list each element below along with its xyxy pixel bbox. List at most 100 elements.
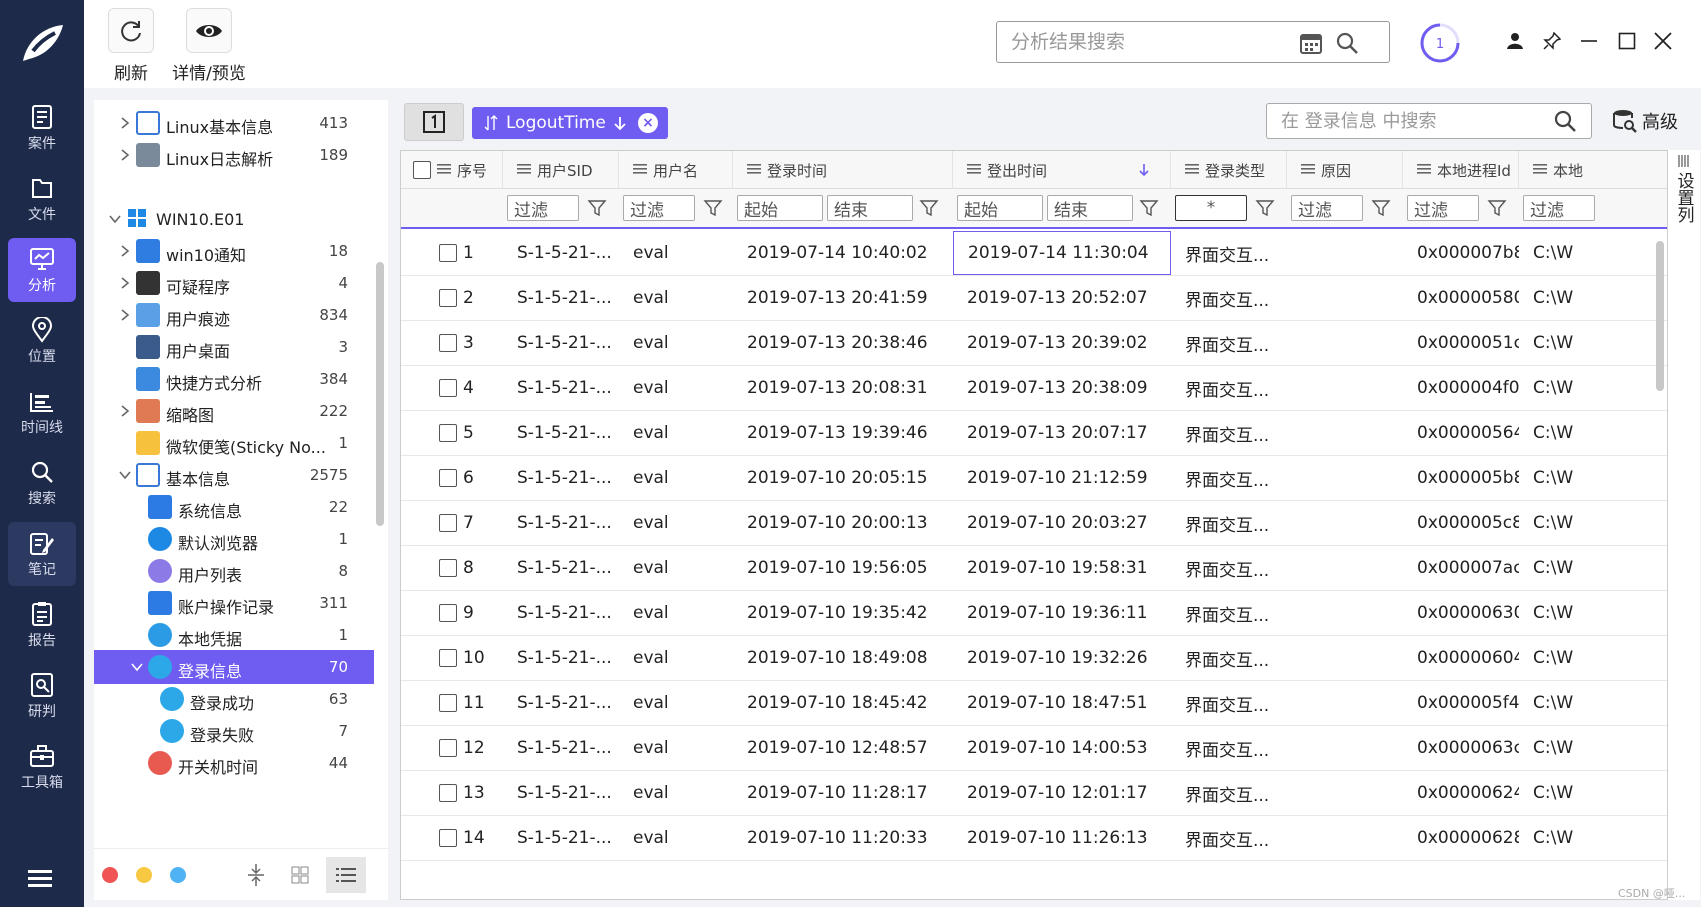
grid-search-input[interactable]	[1267, 104, 1537, 138]
cell-sid[interactable]: S-1-5-21-...	[503, 816, 619, 860]
cell-logout[interactable]: 2019-07-10 14:00:53	[953, 726, 1171, 770]
row-checkbox[interactable]	[439, 784, 457, 802]
cell-reason[interactable]	[1287, 636, 1403, 680]
cell-pid[interactable]: 0x00000580	[1403, 276, 1519, 320]
filter-icon[interactable]	[1371, 198, 1391, 218]
cell-type[interactable]: 界面交互...	[1171, 501, 1287, 545]
logout-filter-start-input[interactable]: 起始	[957, 195, 1043, 221]
tree-item[interactable]: 登录信息 70	[94, 650, 374, 684]
cell-user[interactable]: eval	[619, 231, 733, 275]
cell-pid[interactable]: 0x000005f4	[1403, 681, 1519, 725]
cell-login[interactable]: 2019-07-13 20:38:46	[733, 321, 953, 365]
cell-sid[interactable]: S-1-5-21-...	[503, 546, 619, 590]
cell-sid[interactable]: S-1-5-21-...	[503, 411, 619, 455]
tree-scrollbar[interactable]	[376, 262, 384, 526]
cell-seq[interactable]: 9	[401, 591, 503, 635]
table-row[interactable]: 6 S-1-5-21-... eval 2019-07-10 20:05:15 2019…	[401, 456, 1667, 501]
cell-seq[interactable]: 4	[401, 366, 503, 410]
cell-pid[interactable]: 0x0000063c	[1403, 726, 1519, 770]
cell-seq[interactable]: 8	[401, 546, 503, 590]
cell-pid[interactable]: 0x00000630	[1403, 591, 1519, 635]
cell-reason[interactable]	[1287, 546, 1403, 590]
column-menu-icon[interactable]	[747, 161, 767, 179]
cell-local[interactable]: C:\W	[1519, 771, 1667, 815]
chevron-right-icon[interactable]	[118, 148, 132, 162]
cell-reason[interactable]	[1287, 456, 1403, 500]
cell-logout[interactable]: 2019-07-10 20:03:27	[953, 501, 1171, 545]
user-icon[interactable]	[1502, 28, 1528, 54]
column-menu-icon[interactable]	[633, 161, 653, 179]
cell-reason[interactable]	[1287, 366, 1403, 410]
cell-login[interactable]: 2019-07-10 12:48:57	[733, 726, 953, 770]
cell-user[interactable]: eval	[619, 771, 733, 815]
cell-user[interactable]: eval	[619, 366, 733, 410]
column-menu-icon[interactable]	[517, 161, 537, 179]
cell-type[interactable]: 界面交互...	[1171, 366, 1287, 410]
nav-item-search[interactable]: 搜索	[8, 451, 76, 515]
cell-local[interactable]: C:\W	[1519, 636, 1667, 680]
filter-icon[interactable]	[1487, 198, 1507, 218]
table-row[interactable]: 1 S-1-5-21-... eval 2019-07-14 10:40:02 2019…	[401, 231, 1667, 276]
column-settings-button[interactable]: 设置列	[1670, 154, 1698, 294]
cell-local[interactable]: C:\W	[1519, 591, 1667, 635]
blue-dot-icon[interactable]	[170, 867, 186, 883]
cell-type[interactable]: 界面交互...	[1171, 636, 1287, 680]
cell-type[interactable]: 界面交互...	[1171, 456, 1287, 500]
cell-type[interactable]: 界面交互...	[1171, 276, 1287, 320]
minimize-icon[interactable]	[1576, 28, 1602, 54]
cell-sid[interactable]: S-1-5-21-...	[503, 591, 619, 635]
cell-seq[interactable]: 14	[401, 816, 503, 860]
chevron-right-icon[interactable]	[118, 276, 132, 290]
table-row[interactable]: 10 S-1-5-21-... eval 2019-07-10 18:49:08 201…	[401, 636, 1667, 681]
cell-seq[interactable]: 2	[401, 276, 503, 320]
tree-item[interactable]: Linux基本信息 413	[94, 106, 374, 140]
tree-item[interactable]: 快捷方式分析 384	[94, 362, 374, 396]
close-icon[interactable]	[1650, 28, 1676, 54]
cell-pid[interactable]: 0x000007b8	[1403, 231, 1519, 275]
nav-item-notes[interactable]: 笔记	[8, 522, 76, 586]
cell-logout[interactable]: 2019-07-10 18:47:51	[953, 681, 1171, 725]
cell-reason[interactable]	[1287, 411, 1403, 455]
cell-type[interactable]: 界面交互...	[1171, 816, 1287, 860]
cell-local[interactable]: C:\W	[1519, 411, 1667, 455]
cell-logout[interactable]: 2019-07-10 21:12:59	[953, 456, 1171, 500]
cell-login[interactable]: 2019-07-10 18:45:42	[733, 681, 953, 725]
column-menu-icon[interactable]	[1301, 161, 1321, 179]
column-header-sid[interactable]: 用户SID	[503, 151, 619, 189]
select-all-checkbox[interactable]	[413, 161, 431, 179]
cell-pid[interactable]: 0x00000628	[1403, 816, 1519, 860]
cell-login[interactable]: 2019-07-13 19:39:46	[733, 411, 953, 455]
cell-type[interactable]: 界面交互...	[1171, 411, 1287, 455]
chevron-right-icon[interactable]	[118, 404, 132, 418]
filter-icon[interactable]	[919, 198, 939, 218]
refresh-button[interactable]: 刷新	[86, 8, 176, 84]
tree-item[interactable]: 用户痕迹 834	[94, 298, 374, 332]
row-checkbox[interactable]	[439, 829, 457, 847]
table-row[interactable]: 14 S-1-5-21-... eval 2019-07-10 11:20:33 201…	[401, 816, 1667, 861]
logout-filter-end-input[interactable]: 结束	[1047, 195, 1133, 221]
cell-login[interactable]: 2019-07-13 20:41:59	[733, 276, 953, 320]
cell-reason[interactable]	[1287, 276, 1403, 320]
cell-user[interactable]: eval	[619, 591, 733, 635]
cell-logout[interactable]: 2019-07-13 20:38:09	[953, 366, 1171, 410]
cell-type[interactable]: 界面交互...	[1171, 771, 1287, 815]
grid-vertical-scrollbar[interactable]	[1656, 241, 1664, 391]
cell-logout[interactable]: 2019-07-10 11:26:13	[953, 816, 1171, 860]
cell-sid[interactable]: S-1-5-21-...	[503, 681, 619, 725]
row-checkbox[interactable]	[439, 514, 457, 532]
column-menu-icon[interactable]	[967, 161, 987, 179]
cell-logout[interactable]: 2019-07-13 20:52:07	[953, 276, 1171, 320]
table-row[interactable]: 2 S-1-5-21-... eval 2019-07-13 20:41:59 2019…	[401, 276, 1667, 321]
table-row[interactable]: 13 S-1-5-21-... eval 2019-07-10 11:28:17 201…	[401, 771, 1667, 816]
tree-item[interactable]: 用户桌面 3	[94, 330, 374, 364]
cell-pid[interactable]: 0x00000624	[1403, 771, 1519, 815]
cell-type[interactable]: 界面交互...	[1171, 231, 1287, 275]
nav-item-report[interactable]: 报告	[8, 593, 76, 657]
tree-item[interactable]: 系统信息 22	[94, 490, 374, 524]
cell-sid[interactable]: S-1-5-21-...	[503, 276, 619, 320]
cell-login[interactable]: 2019-07-10 19:56:05	[733, 546, 953, 590]
row-checkbox[interactable]	[439, 334, 457, 352]
pid-filter-input[interactable]: 过滤	[1407, 195, 1479, 221]
cell-seq[interactable]: 6	[401, 456, 503, 500]
chevron-down-icon[interactable]	[108, 212, 122, 226]
